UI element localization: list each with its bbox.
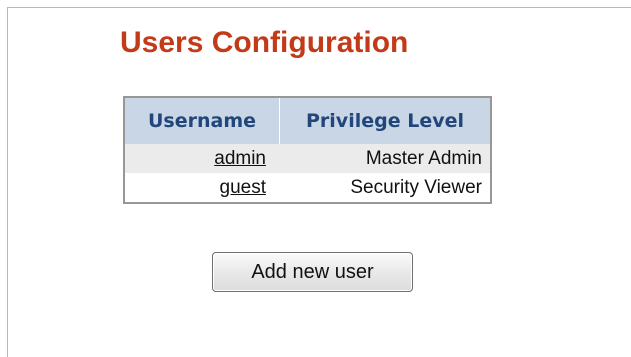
table-row: admin Master Admin bbox=[125, 144, 490, 173]
username-cell: guest bbox=[125, 173, 280, 202]
users-table: Username Privilege Level admin Master Ad… bbox=[123, 96, 492, 204]
column-header-privilege-level: Privilege Level bbox=[280, 98, 490, 144]
page-title: Users Configuration bbox=[120, 26, 409, 59]
privilege-level-cell: Security Viewer bbox=[280, 173, 490, 202]
username-link-admin[interactable]: admin bbox=[214, 148, 266, 169]
table-header-row: Username Privilege Level bbox=[125, 98, 490, 144]
username-cell: admin bbox=[125, 144, 280, 173]
add-new-user-button[interactable]: Add new user bbox=[212, 252, 413, 292]
privilege-level-cell: Master Admin bbox=[280, 144, 490, 173]
column-header-username: Username bbox=[125, 98, 280, 144]
username-link-guest[interactable]: guest bbox=[220, 177, 266, 198]
table-row: guest Security Viewer bbox=[125, 173, 490, 202]
